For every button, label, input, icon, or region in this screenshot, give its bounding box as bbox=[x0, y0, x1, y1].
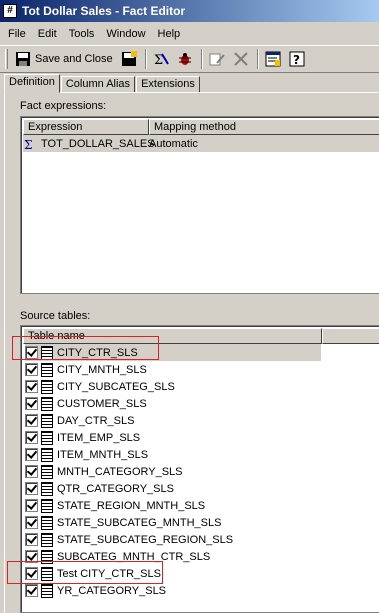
toolbar-separator bbox=[144, 49, 147, 69]
table-row[interactable]: YR_CATEGORY_SLS bbox=[25, 582, 166, 599]
table-icon bbox=[41, 430, 53, 445]
toolbar-separator bbox=[200, 49, 203, 69]
bug-button[interactable] bbox=[174, 48, 196, 70]
include-checkbox[interactable] bbox=[25, 380, 38, 393]
save-button[interactable] bbox=[118, 48, 140, 70]
help-button[interactable]: ? bbox=[286, 48, 308, 70]
expression-cell: TOT_DOLLAR_SALES bbox=[41, 137, 155, 150]
table-icon bbox=[41, 583, 53, 598]
table-row[interactable]: CITY_SUBCATEG_SLS bbox=[25, 378, 175, 395]
include-checkbox[interactable] bbox=[25, 516, 38, 529]
table-name: YR_CATEGORY_SLS bbox=[57, 584, 167, 597]
include-checkbox[interactable] bbox=[25, 414, 38, 427]
edit-mapping-button[interactable] bbox=[206, 48, 228, 70]
include-checkbox[interactable] bbox=[25, 465, 38, 478]
save-and-close-button[interactable]: Save and Close bbox=[12, 48, 116, 70]
include-checkbox[interactable] bbox=[25, 363, 38, 376]
tab-definition[interactable]: Definition bbox=[4, 74, 60, 93]
menu-help[interactable]: Help bbox=[156, 27, 183, 41]
highlight-box-city-ctr-sls bbox=[12, 336, 159, 360]
table-name: CITY_MNTH_SLS bbox=[57, 363, 147, 376]
table-icon bbox=[41, 413, 53, 428]
title-bar[interactable]: # Tot Dollar Sales - Fact Editor bbox=[0, 0, 379, 22]
table-name: CITY_SUBCATEG_SLS bbox=[57, 380, 175, 393]
fact-expressions-label: Fact expressions: bbox=[20, 100, 107, 112]
menu-file[interactable]: File bbox=[6, 27, 28, 41]
tab-column-alias[interactable]: Column Alias bbox=[60, 76, 136, 93]
table-icon bbox=[41, 515, 53, 530]
app-icon: # bbox=[3, 4, 17, 18]
column-header-blank bbox=[322, 328, 379, 344]
table-row[interactable]: STATE_SUBCATEG_MNTH_SLS bbox=[25, 514, 221, 531]
svg-text:?: ? bbox=[293, 53, 300, 67]
include-checkbox[interactable] bbox=[25, 584, 38, 597]
menu-bar: File Edit Tools Window Help bbox=[0, 24, 379, 44]
table-row[interactable]: ITEM_MNTH_SLS bbox=[25, 446, 148, 463]
table-row[interactable]: MNTH_CATEGORY_SLS bbox=[25, 463, 183, 480]
properties-icon bbox=[265, 51, 281, 67]
table-name: STATE_SUBCATEG_REGION_SLS bbox=[57, 533, 234, 546]
table-row[interactable]: CUSTOMER_SLS bbox=[25, 395, 147, 412]
table-name: MNTH_CATEGORY_SLS bbox=[57, 465, 183, 478]
table-icon bbox=[41, 532, 53, 547]
fact-expressions-list[interactable]: Expression Mapping method Σ TOT_DOLLAR_S… bbox=[20, 116, 379, 294]
column-header-expression[interactable]: Expression bbox=[23, 119, 149, 135]
include-checkbox[interactable] bbox=[25, 499, 38, 512]
column-header-mapping-method[interactable]: Mapping method bbox=[149, 119, 379, 135]
toolbar-separator bbox=[256, 49, 259, 69]
include-checkbox[interactable] bbox=[25, 482, 38, 495]
help-question-icon: ? bbox=[289, 51, 305, 67]
save-icon bbox=[121, 51, 137, 66]
table-row[interactable]: ITEM_EMP_SLS bbox=[25, 429, 140, 446]
expression-row[interactable]: Σ TOT_DOLLAR_SALES Automatic bbox=[23, 135, 379, 152]
table-icon bbox=[41, 447, 53, 462]
menu-tools[interactable]: Tools bbox=[67, 27, 97, 41]
sigma-edit-icon: Σ bbox=[154, 53, 169, 67]
include-checkbox[interactable] bbox=[25, 397, 38, 410]
highlight-box-test-city-ctr-sls bbox=[7, 561, 163, 584]
table-name: STATE_SUBCATEG_MNTH_SLS bbox=[57, 516, 222, 529]
window-title: Tot Dollar Sales - Fact Editor bbox=[22, 4, 186, 18]
source-tables-label: Source tables: bbox=[20, 310, 91, 322]
table-name: ITEM_MNTH_SLS bbox=[57, 448, 149, 461]
edit-table-icon bbox=[209, 53, 225, 66]
mapping-method-cell: Automatic bbox=[149, 137, 198, 150]
table-name: CUSTOMER_SLS bbox=[57, 397, 147, 410]
table-row[interactable]: QTR_CATEGORY_SLS bbox=[25, 480, 174, 497]
fact-expressions-header: Expression Mapping method bbox=[23, 119, 379, 135]
table-name: ITEM_EMP_SLS bbox=[57, 431, 141, 444]
delete-x-icon bbox=[233, 52, 248, 66]
tab-extensions[interactable]: Extensions bbox=[136, 76, 200, 93]
toolbar: Save and Close Σ ? bbox=[0, 45, 379, 73]
include-checkbox[interactable] bbox=[25, 448, 38, 461]
save-and-close-label: Save and Close bbox=[35, 53, 113, 65]
table-icon bbox=[41, 498, 53, 513]
table-row[interactable]: CITY_MNTH_SLS bbox=[25, 361, 147, 378]
table-row[interactable]: STATE_SUBCATEG_REGION_SLS bbox=[25, 531, 233, 548]
menu-edit[interactable]: Edit bbox=[36, 27, 59, 41]
table-row[interactable]: DAY_CTR_SLS bbox=[25, 412, 134, 429]
table-name: QTR_CATEGORY_SLS bbox=[57, 482, 174, 495]
include-checkbox[interactable] bbox=[25, 533, 38, 546]
properties-button[interactable] bbox=[262, 48, 284, 70]
table-icon bbox=[41, 396, 53, 411]
sigma-icon: Σ bbox=[24, 138, 32, 151]
bug-icon bbox=[178, 53, 191, 65]
table-icon bbox=[41, 379, 53, 394]
svg-text:Σ: Σ bbox=[24, 138, 32, 151]
menu-window[interactable]: Window bbox=[104, 27, 147, 41]
table-icon bbox=[41, 464, 53, 479]
table-icon bbox=[41, 362, 53, 377]
table-name: DAY_CTR_SLS bbox=[57, 414, 135, 427]
expression-button[interactable]: Σ bbox=[150, 48, 172, 70]
floppy-disk-icon bbox=[16, 52, 30, 66]
tab-strip: Definition Column Alias Extensions bbox=[4, 74, 201, 93]
delete-button[interactable] bbox=[230, 48, 252, 70]
table-name: STATE_REGION_MNTH_SLS bbox=[57, 499, 206, 512]
table-icon bbox=[41, 481, 53, 496]
toolbar-grip[interactable] bbox=[5, 49, 8, 69]
table-row[interactable]: STATE_REGION_MNTH_SLS bbox=[25, 497, 205, 514]
include-checkbox[interactable] bbox=[25, 431, 38, 444]
